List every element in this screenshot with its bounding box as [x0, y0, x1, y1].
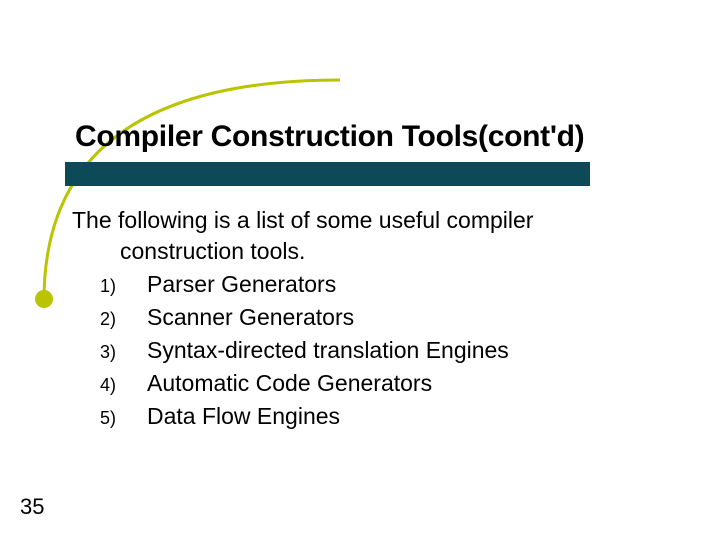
list-item: 2) Scanner Generators — [72, 302, 680, 333]
list-item-number: 3) — [72, 340, 147, 364]
list-item-text: Parser Generators — [147, 269, 336, 300]
slide: Compiler Construction Tools(cont'd) The … — [0, 0, 720, 540]
list-item-number: 2) — [72, 307, 147, 331]
intro-line-1: The following is a list of some useful c… — [72, 205, 680, 236]
list-item-number: 4) — [72, 373, 147, 397]
slide-title: Compiler Construction Tools(cont'd) — [75, 120, 584, 154]
list-item: 1) Parser Generators — [72, 269, 680, 300]
accent-dot-icon — [35, 290, 53, 308]
list-item-text: Syntax-directed translation Engines — [147, 335, 509, 366]
list-item-text: Data Flow Engines — [147, 401, 340, 432]
page-number: 35 — [20, 494, 44, 520]
list-item: 5) Data Flow Engines — [72, 401, 680, 432]
list-item-text: Automatic Code Generators — [147, 368, 432, 399]
list-item-number: 5) — [72, 406, 147, 430]
list-item-number: 1) — [72, 274, 147, 298]
intro-line-2: construction tools. — [120, 236, 680, 267]
body-text: The following is a list of some useful c… — [72, 205, 680, 432]
list-item: 3) Syntax-directed translation Engines — [72, 335, 680, 366]
ordered-list: 1) Parser Generators 2) Scanner Generato… — [72, 269, 680, 432]
list-item: 4) Automatic Code Generators — [72, 368, 680, 399]
list-item-text: Scanner Generators — [147, 302, 354, 333]
title-underline-bar — [65, 162, 590, 186]
